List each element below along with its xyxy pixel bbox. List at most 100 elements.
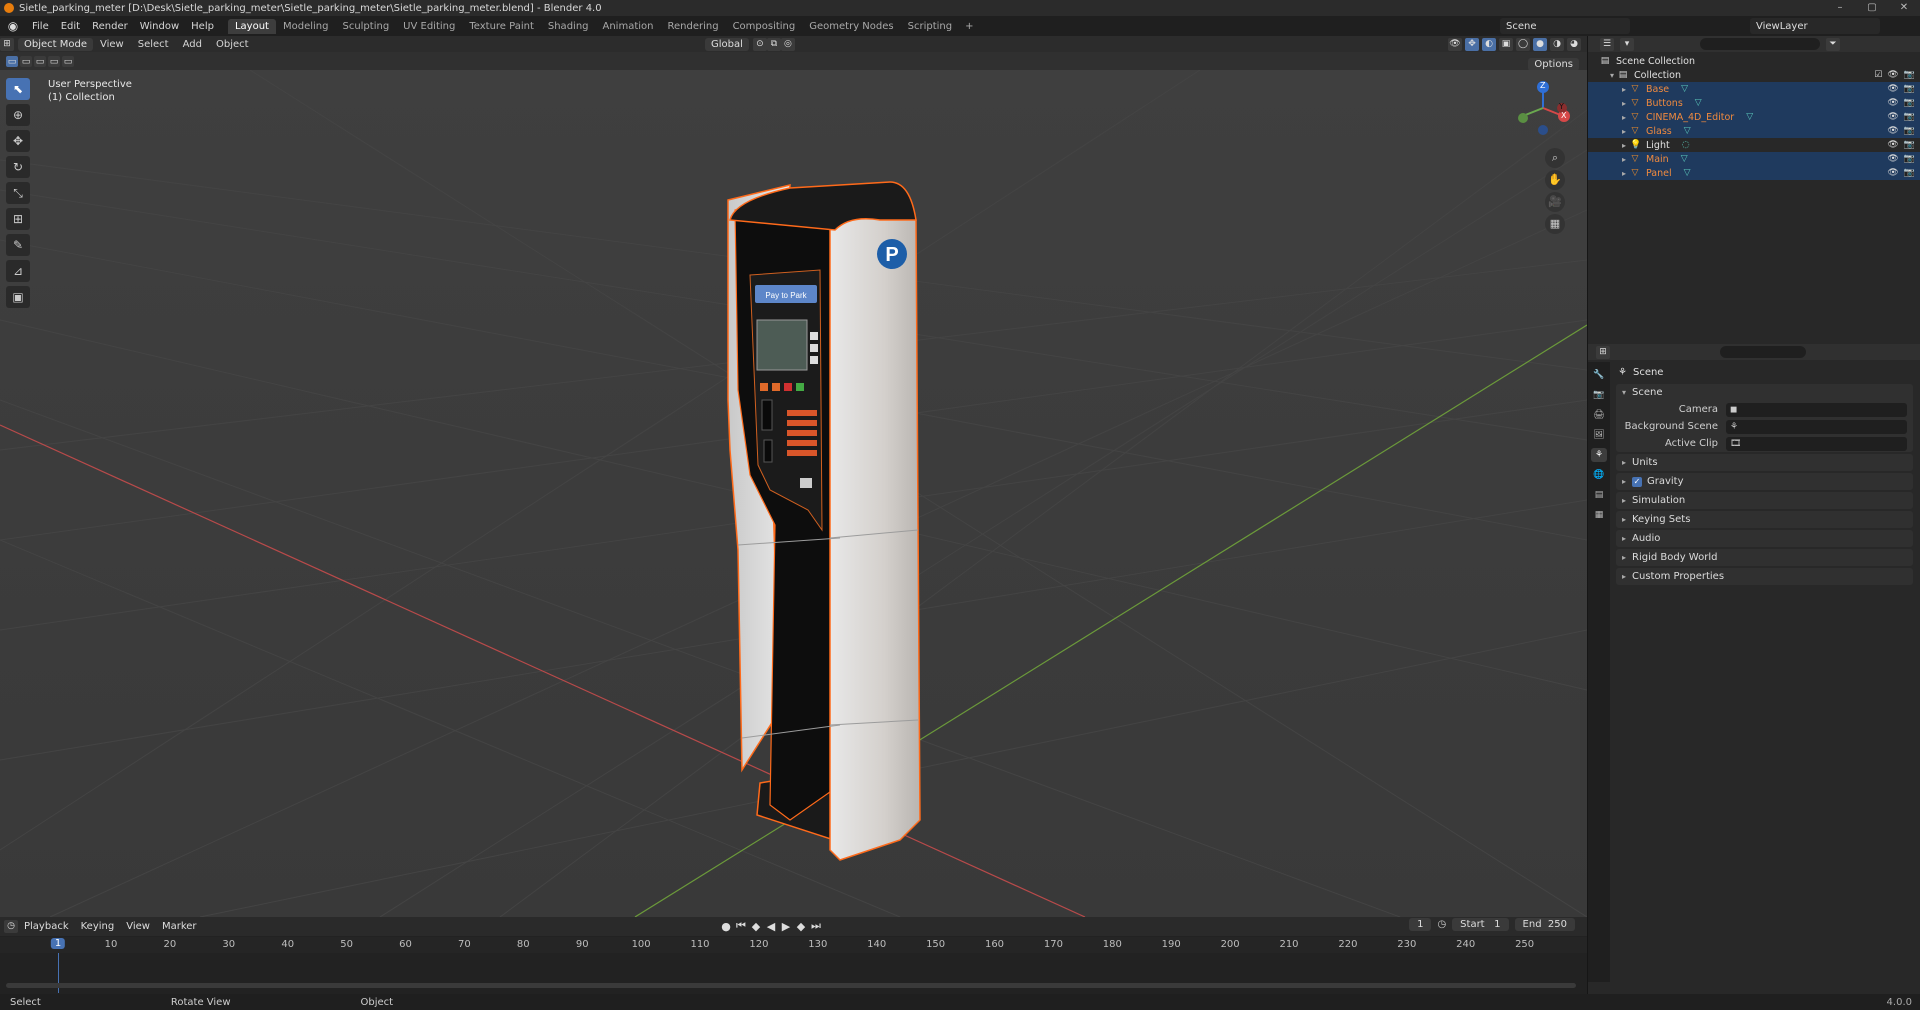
scale-tool-icon[interactable]: ⤡ — [6, 182, 30, 204]
scene-tab-icon[interactable]: ⚘ — [1591, 448, 1607, 462]
menu-window[interactable]: Window — [134, 21, 185, 32]
transform-tool-icon[interactable]: ⊞ — [6, 208, 30, 230]
material-shading-icon[interactable]: ◑ — [1550, 37, 1564, 51]
maximize-icon[interactable]: ▢ — [1856, 0, 1888, 16]
blender-menu-icon[interactable]: ◉ — [6, 19, 20, 33]
overlay-toggle-icon[interactable]: ◐ — [1482, 37, 1496, 51]
outliner-object-row[interactable]: ▸ ▽ Base ▽ 👁 📷 — [1588, 82, 1920, 96]
expand-arrow-icon[interactable]: ▸ — [1622, 127, 1630, 136]
add-cube-tool-icon[interactable]: ▣ — [6, 286, 30, 308]
timeline-scrollbar[interactable] — [6, 983, 1576, 988]
properties-panel-units[interactable]: ▸ Units — [1616, 454, 1913, 471]
outliner-object-row[interactable]: ▸ ▽ Buttons ▽ 👁 📷 — [1588, 96, 1920, 110]
pan-hand-icon[interactable]: ✋ — [1545, 170, 1565, 190]
eye-icon[interactable]: 👁 — [1887, 70, 1898, 80]
rotate-tool-icon[interactable]: ↻ — [6, 156, 30, 178]
menu-help[interactable]: Help — [185, 21, 220, 32]
cursor-tool-icon[interactable]: ⊕ — [6, 104, 30, 126]
properties-panel-rigid-body-world[interactable]: ▸ Rigid Body World — [1616, 549, 1913, 566]
tab-shading[interactable]: Shading — [541, 19, 596, 34]
pivot-icon[interactable]: ⊙ — [752, 37, 767, 51]
render-tab-icon[interactable]: 📷 — [1591, 388, 1607, 402]
camera-icon[interactable]: 📷 — [1904, 70, 1915, 80]
scene-panel-header[interactable]: ▾ Scene — [1616, 384, 1913, 401]
zoom-icon[interactable]: ⌕ — [1545, 148, 1565, 168]
tool-tab-icon[interactable]: 🔧 — [1591, 368, 1607, 382]
eye-icon[interactable]: 👁 — [1887, 84, 1898, 94]
gravity-checkbox[interactable]: ✓ — [1632, 476, 1642, 487]
camera-icon[interactable]: 📷 — [1904, 84, 1915, 94]
active-clip-input[interactable]: 🎞 — [1726, 436, 1907, 451]
camera-icon[interactable]: 📷 — [1904, 126, 1915, 136]
minimize-icon[interactable]: – — [1824, 0, 1856, 16]
select-intersect-icon[interactable]: ▭ — [62, 55, 74, 67]
outliner-object-row[interactable]: ▸ 💡 Light ◌ 👁 📷 — [1588, 138, 1920, 152]
play-icon[interactable]: ▶ — [780, 920, 792, 933]
eye-icon[interactable]: 👁 — [1887, 168, 1898, 178]
properties-panel-audio[interactable]: ▸ Audio — [1616, 530, 1913, 547]
expand-arrow-icon[interactable]: ▸ — [1622, 155, 1630, 164]
close-icon[interactable]: ✕ — [1888, 0, 1920, 16]
mode-dropdown[interactable]: Object Mode — [18, 37, 93, 51]
tab-scripting[interactable]: Scripting — [901, 19, 959, 34]
expand-arrow-icon[interactable]: ▾ — [1610, 71, 1618, 80]
editor-type-icon[interactable]: ⊞ — [0, 37, 14, 51]
add-workspace-button[interactable]: + — [959, 21, 979, 32]
tab-compositing[interactable]: Compositing — [726, 19, 803, 34]
frame-ruler[interactable]: 1 10 20 30 40 50 60 70 80 90 100 110 120 130 140 150 16… — [0, 937, 1587, 993]
scene-collection-row[interactable]: ▤ Scene Collection — [1588, 54, 1920, 68]
snap-icon[interactable]: ⧉ — [766, 37, 781, 51]
tab-modeling[interactable]: Modeling — [276, 19, 336, 34]
play-reverse-icon[interactable]: ◀ — [765, 920, 777, 933]
navigation-gizmo[interactable]: Z X Y ⌕ ✋ 🎥 ▦ — [1503, 78, 1573, 234]
select-extend-icon[interactable]: ▭ — [20, 55, 32, 67]
texture-tab-icon[interactable]: ▦ — [1591, 508, 1607, 522]
camera-icon[interactable]: 📷 — [1904, 140, 1915, 150]
world-tab-icon[interactable]: 🌐 — [1591, 468, 1607, 482]
properties-panel-keying-sets[interactable]: ▸ Keying Sets — [1616, 511, 1913, 528]
camera-view-icon[interactable]: 🎥 — [1545, 192, 1565, 212]
menu-edit[interactable]: Edit — [55, 21, 86, 32]
current-frame-marker[interactable]: 1 — [50, 938, 66, 949]
tab-rendering[interactable]: Rendering — [660, 19, 725, 34]
outliner-object-row[interactable]: ▸ ▽ Panel ▽ 👁 📷 — [1588, 166, 1920, 180]
menu-render[interactable]: Render — [86, 21, 134, 32]
viewport-menu-view[interactable]: View — [93, 39, 131, 50]
xray-icon[interactable]: ▣ — [1499, 37, 1513, 51]
record-icon[interactable]: ● — [720, 920, 732, 933]
visibility-icon[interactable]: 👁 — [1448, 37, 1462, 51]
camera-input[interactable]: ◼ — [1726, 402, 1907, 417]
outliner-object-row[interactable]: ▸ ▽ CINEMA_4D_Editor ▽ 👁 📷 — [1588, 110, 1920, 124]
annotate-tool-icon[interactable]: ✎ — [6, 234, 30, 256]
camera-icon[interactable]: 📷 — [1904, 98, 1915, 108]
start-frame-field[interactable]: Start 1 — [1452, 918, 1509, 931]
outliner-object-row[interactable]: ▸ ▽ Main ▽ 👁 📷 — [1588, 152, 1920, 166]
expand-arrow-icon[interactable]: ▸ — [1622, 85, 1630, 94]
wireframe-shading-icon[interactable]: ◯ — [1516, 37, 1530, 51]
tab-layout[interactable]: Layout — [227, 18, 276, 34]
measure-tool-icon[interactable]: ⊿ — [6, 260, 30, 282]
viewport-menu-object[interactable]: Object — [209, 39, 256, 50]
properties-editor-type-icon[interactable]: ⊞ — [1596, 345, 1610, 359]
select-box-icon[interactable]: ▭ — [6, 55, 18, 67]
eye-icon[interactable]: 👁 — [1887, 154, 1898, 164]
tab-texture-paint[interactable]: Texture Paint — [462, 19, 541, 34]
timeline-menu-keying[interactable]: Keying — [75, 921, 121, 932]
perspective-toggle-icon[interactable]: ▦ — [1545, 214, 1565, 234]
eye-icon[interactable]: 👁 — [1887, 126, 1898, 136]
outliner-display-mode-icon[interactable]: ▾ — [1620, 37, 1634, 51]
eye-icon[interactable]: 👁 — [1887, 98, 1898, 108]
collection-tab-icon[interactable]: ▤ — [1591, 488, 1607, 502]
view-layer-tab-icon[interactable]: 🖼 — [1591, 428, 1607, 442]
checkbox-icon[interactable]: ☑ — [1874, 70, 1882, 80]
gizmo-toggle-icon[interactable]: ✥ — [1465, 37, 1479, 51]
viewport-menu-select[interactable]: Select — [131, 39, 176, 50]
output-tab-icon[interactable]: 🖨 — [1591, 408, 1607, 422]
expand-arrow-icon[interactable]: ▸ — [1622, 113, 1630, 122]
camera-icon[interactable]: 📷 — [1904, 154, 1915, 164]
prev-keyframe-icon[interactable]: ◆ — [750, 920, 762, 933]
background-scene-input[interactable]: ⚘ — [1726, 419, 1907, 434]
current-frame-field[interactable]: 1 — [1409, 918, 1432, 931]
rendered-shading-icon[interactable]: ◕ — [1567, 37, 1581, 51]
select-subtract-icon[interactable]: ▭ — [34, 55, 46, 67]
